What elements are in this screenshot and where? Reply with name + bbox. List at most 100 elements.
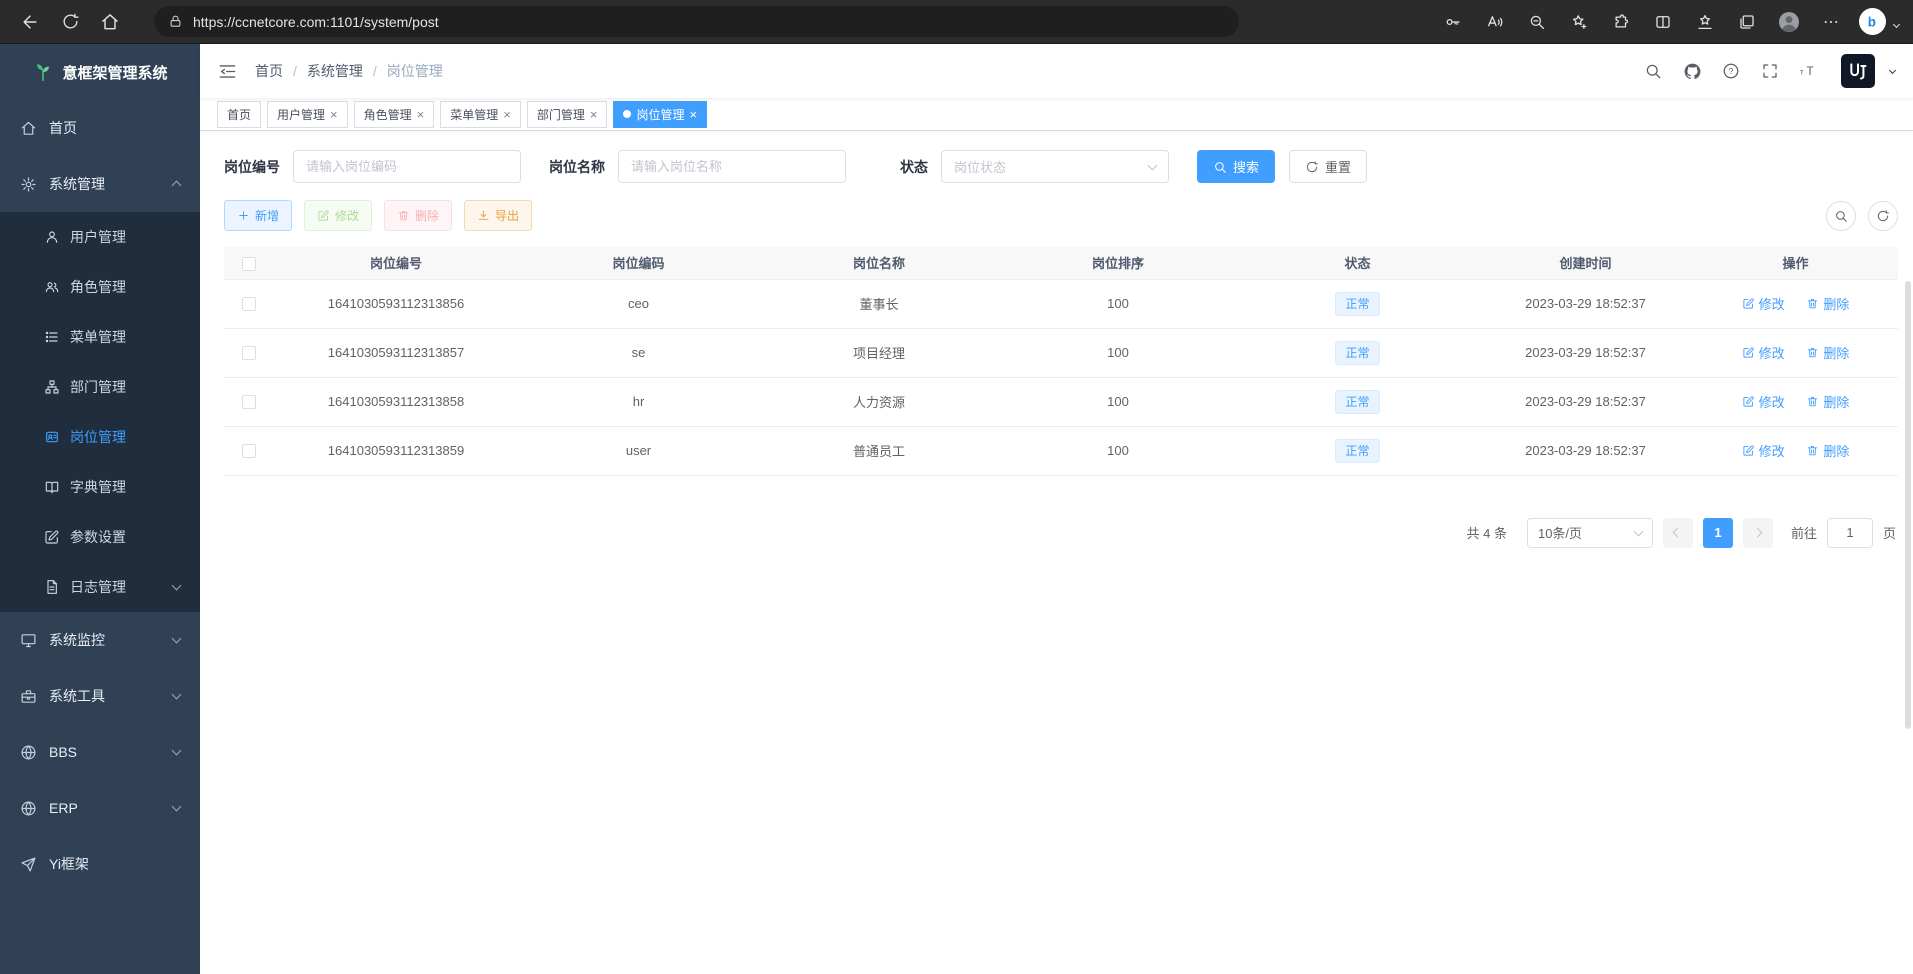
sidebar-item-department-management[interactable]: 部门管理 <box>0 362 200 412</box>
tab-close-icon[interactable]: × <box>330 108 338 121</box>
tab-user-management[interactable]: 用户管理× <box>267 101 348 128</box>
select-all-checkbox[interactable] <box>242 257 256 271</box>
fullscreen-icon[interactable] <box>1759 60 1781 82</box>
svg-text:т: т <box>1800 66 1804 76</box>
sidebar-item-dictionary-management[interactable]: 字典管理 <box>0 462 200 512</box>
toggle-search-button[interactable] <box>1826 201 1856 231</box>
next-page-button[interactable] <box>1743 518 1773 548</box>
breadcrumb-system[interactable]: 系统管理 <box>307 61 363 81</box>
breadcrumb-home[interactable]: 首页 <box>255 61 283 81</box>
tab-menu-management[interactable]: 菜单管理× <box>440 101 521 128</box>
header-search-icon[interactable] <box>1642 60 1664 82</box>
password-key-icon[interactable] <box>1439 8 1467 36</box>
id-badge-icon <box>44 429 60 445</box>
page-size-select[interactable]: 10条/页 <box>1527 518 1653 548</box>
tab-post-management[interactable]: 岗位管理× <box>613 101 707 128</box>
read-aloud-icon[interactable] <box>1481 8 1509 36</box>
row-delete-button[interactable]: 删除 <box>1806 294 1849 313</box>
total-count: 共 4 条 <box>1467 523 1507 542</box>
scrollbar-thumb[interactable] <box>1905 281 1911 729</box>
browser-back-button[interactable] <box>10 5 50 39</box>
row-checkbox[interactable] <box>242 297 256 311</box>
tab-home[interactable]: 首页 <box>217 101 261 128</box>
collapse-sidebar-icon[interactable] <box>218 62 237 81</box>
row-delete-button[interactable]: 删除 <box>1806 392 1849 411</box>
row-edit-button[interactable]: 修改 <box>1742 441 1785 460</box>
post-table: 岗位编号 岗位编码 岗位名称 岗位排序 状态 创建时间 操作 164103059… <box>224 247 1898 476</box>
home-icon <box>20 120 37 137</box>
table-row: 1641030593112313858 hr 人力资源 100 正常 2023-… <box>224 377 1898 426</box>
bing-icon[interactable]: b <box>1859 8 1886 35</box>
page-number-button[interactable]: 1 <box>1703 518 1733 548</box>
sidebar-item-menu-management[interactable]: 菜单管理 <box>0 312 200 362</box>
tab-department-management[interactable]: 部门管理× <box>527 101 608 128</box>
reset-button-label: 重置 <box>1325 157 1351 176</box>
sidebar-item-yi-framework[interactable]: Yi框架 <box>0 836 200 892</box>
cell-post-name: 普通员工 <box>759 426 999 475</box>
prev-page-button[interactable] <box>1663 518 1693 548</box>
reset-button[interactable]: 重置 <box>1289 150 1367 183</box>
cell-post-sort: 100 <box>999 279 1237 328</box>
sidebar-item-user-management[interactable]: 用户管理 <box>0 212 200 262</box>
list-icon <box>44 329 60 345</box>
sidebar-item-role-management[interactable]: 角色管理 <box>0 262 200 312</box>
status-select[interactable]: 岗位状态 <box>941 150 1169 183</box>
row-edit-button[interactable]: 修改 <box>1742 392 1785 411</box>
tab-close-icon[interactable]: × <box>590 108 598 121</box>
row-checkbox[interactable] <box>242 444 256 458</box>
favorites-bar-icon[interactable] <box>1691 8 1719 36</box>
chevron-down-icon <box>172 802 182 812</box>
sidebar-item-home[interactable]: 首页 <box>0 100 200 156</box>
url-text[interactable]: https://ccnetcore.com:1101/system/post <box>193 14 439 30</box>
browser-refresh-button[interactable] <box>50 5 90 39</box>
extensions-icon[interactable] <box>1607 8 1635 36</box>
collections-icon[interactable] <box>1733 8 1761 36</box>
filter-post-code: 岗位编号 <box>224 150 521 183</box>
sidebar-item-system-monitoring[interactable]: 系统监控 <box>0 612 200 668</box>
row-checkbox[interactable] <box>242 346 256 360</box>
sidebar-item-erp[interactable]: ERP <box>0 780 200 836</box>
sidebar-item-bbs[interactable]: BBS <box>0 724 200 780</box>
post-name-input[interactable] <box>618 150 846 183</box>
sidebar-item-system-management[interactable]: 系统管理 <box>0 156 200 212</box>
refresh-table-button[interactable] <box>1868 201 1898 231</box>
add-favorite-icon[interactable] <box>1565 8 1593 36</box>
sidebar-item-log-management[interactable]: 日志管理 <box>0 562 200 612</box>
sidebar-item-post-management[interactable]: 岗位管理 <box>0 412 200 462</box>
more-options-icon[interactable] <box>1817 8 1845 36</box>
browser-home-button[interactable] <box>90 5 130 39</box>
post-code-input[interactable] <box>293 150 521 183</box>
tab-close-icon[interactable]: × <box>417 108 425 121</box>
tab-close-icon[interactable]: × <box>689 108 697 121</box>
sidebar-caret-icon[interactable] <box>1894 14 1899 32</box>
export-button[interactable]: 导出 <box>464 200 532 231</box>
row-edit-button[interactable]: 修改 <box>1742 343 1785 362</box>
tab-role-management[interactable]: 角色管理× <box>354 101 435 128</box>
sidebar-item-label: Yi框架 <box>49 854 89 874</box>
row-checkbox[interactable] <box>242 395 256 409</box>
status-label: 状态 <box>900 157 928 177</box>
cell-post-id: 1641030593112313858 <box>274 377 518 426</box>
avatar-caret-icon[interactable] <box>1890 60 1895 78</box>
goto-page-input[interactable] <box>1827 518 1873 548</box>
row-edit-button[interactable]: 修改 <box>1742 294 1785 313</box>
split-screen-icon[interactable] <box>1649 8 1677 36</box>
sidebar-item-parameter-settings[interactable]: 参数设置 <box>0 512 200 562</box>
delete-button[interactable]: 删除 <box>384 200 452 231</box>
browser-toolbar: https://ccnetcore.com:1101/system/post b <box>0 0 1913 44</box>
search-button[interactable]: 搜索 <box>1197 150 1275 183</box>
help-icon[interactable]: ? <box>1720 60 1742 82</box>
row-delete-button[interactable]: 删除 <box>1806 441 1849 460</box>
edit-button[interactable]: 修改 <box>304 200 372 231</box>
delete-link-label: 删除 <box>1823 343 1849 362</box>
user-avatar[interactable] <box>1841 54 1875 88</box>
profile-avatar[interactable] <box>1775 8 1803 36</box>
tab-close-icon[interactable]: × <box>503 108 511 121</box>
add-button[interactable]: 新增 <box>224 200 292 231</box>
font-size-icon[interactable]: тT <box>1798 60 1820 82</box>
github-icon[interactable] <box>1681 60 1703 82</box>
zoom-out-icon[interactable] <box>1523 8 1551 36</box>
row-delete-button[interactable]: 删除 <box>1806 343 1849 362</box>
address-bar[interactable]: https://ccnetcore.com:1101/system/post <box>154 6 1239 37</box>
sidebar-item-system-tools[interactable]: 系统工具 <box>0 668 200 724</box>
